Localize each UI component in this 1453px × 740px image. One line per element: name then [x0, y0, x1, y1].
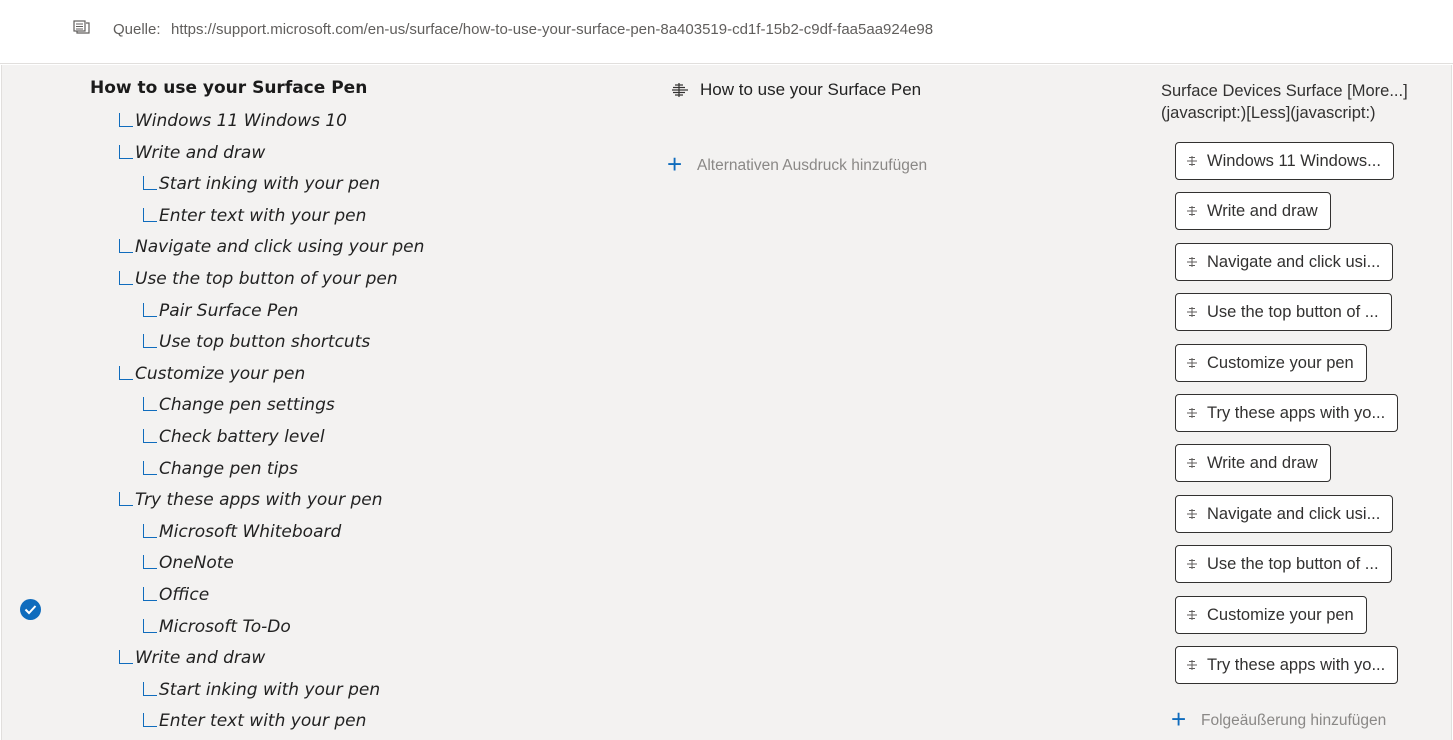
tree-node-label: Use the top button of your pen — [135, 269, 398, 289]
tree-node-label: Write and draw — [135, 143, 266, 163]
tree-connector — [143, 208, 157, 222]
move-handle-icon — [1187, 358, 1197, 368]
followup-chip-label: Customize your pen — [1207, 605, 1354, 624]
move-handle-icon — [1187, 206, 1197, 216]
move-handle-icon — [1187, 307, 1197, 317]
tree-connector — [143, 176, 157, 190]
tree-node-label: Office — [159, 585, 210, 605]
tree-node-label: Microsoft To-Do — [159, 617, 291, 637]
source-label: Quelle: — [113, 21, 161, 38]
tree-connector — [119, 113, 133, 127]
tree-root-title: How to use your Surface Pen — [90, 78, 368, 98]
plus-icon: + — [667, 149, 683, 179]
tree-connector — [143, 429, 157, 443]
tree-connector — [143, 682, 157, 696]
move-handle-icon — [1187, 156, 1197, 166]
move-handle-icon — [1187, 660, 1197, 670]
question-title-text[interactable]: How to use your Surface Pen — [700, 80, 921, 100]
tree-node-label: Enter text with your pen — [159, 711, 367, 731]
tree-node-label: Change pen tips — [159, 459, 298, 479]
tree-connector — [119, 145, 133, 159]
tree-node-label: Navigate and click using your pen — [135, 237, 425, 257]
add-followup-label: Folgeäußerung hinzufügen — [1201, 712, 1387, 729]
tree-node-label: Pair Surface Pen — [159, 301, 299, 321]
tree-connector — [143, 713, 157, 727]
tree-connector — [143, 334, 157, 348]
tree-connector — [143, 555, 157, 569]
plus-icon: + — [1171, 704, 1187, 734]
answer-heading: Surface Devices Surface [More...](javasc… — [1161, 82, 1408, 122]
followup-chip-label: Try these apps with yo... — [1207, 655, 1386, 674]
tree-node-label: Microsoft Whiteboard — [159, 522, 342, 542]
followup-chip[interactable]: Use the top button of ... — [1175, 545, 1392, 583]
tree-node-label: Try these apps with your pen — [135, 490, 383, 510]
followup-chip[interactable]: Windows 11 Windows... — [1175, 142, 1394, 180]
followup-chip[interactable]: Try these apps with yo... — [1175, 646, 1399, 684]
tree-node-label: Start inking with your pen — [159, 174, 381, 194]
move-handle-icon[interactable] — [671, 82, 689, 98]
tree-node-label: Start inking with your pen — [159, 680, 381, 700]
tree-connector — [143, 397, 157, 411]
tree-node-label: Change pen settings — [159, 395, 335, 415]
followup-chip[interactable]: Write and draw — [1175, 444, 1331, 482]
tree-node-label: Customize your pen — [135, 364, 306, 384]
move-handle-icon — [1187, 509, 1197, 519]
tree-connector — [119, 239, 133, 253]
tree-node-label: Write and draw — [135, 648, 266, 668]
followup-chip[interactable]: Navigate and click usi... — [1175, 495, 1394, 533]
tree-connector — [143, 619, 157, 633]
followup-chip-label: Use the top button of ... — [1207, 554, 1379, 573]
followup-chip-label: Write and draw — [1207, 453, 1318, 472]
followup-chip[interactable]: Write and draw — [1175, 192, 1331, 230]
tree-node-label: Windows 11 Windows 10 — [135, 111, 347, 131]
followup-chip-label: Customize your pen — [1207, 353, 1354, 372]
followup-chip-label: Windows 11 Windows... — [1207, 151, 1381, 170]
followup-chip-label: Use the top button of ... — [1207, 302, 1379, 321]
move-handle-icon — [1187, 559, 1197, 569]
tree-connector — [119, 492, 133, 506]
followup-chip-label: Navigate and click usi... — [1207, 252, 1381, 271]
followup-chip[interactable]: Navigate and click usi... — [1175, 243, 1394, 281]
document-icon — [73, 20, 90, 34]
tree-connector — [119, 650, 133, 664]
move-handle-icon — [1187, 408, 1197, 418]
source-bar: Quelle: https://support.microsoft.com/en… — [0, 0, 1453, 64]
followup-chip[interactable]: Use the top button of ... — [1175, 293, 1392, 331]
tree-connector — [143, 303, 157, 317]
tree-node-label: Use top button shortcuts — [159, 332, 371, 352]
tree-node-label: Enter text with your pen — [159, 206, 367, 226]
tree-connector — [119, 366, 133, 380]
tree-connector — [119, 271, 133, 285]
tree-node-label: Check battery level — [159, 427, 325, 447]
followup-chip[interactable]: Customize your pen — [1175, 596, 1367, 634]
followup-chip-label: Try these apps with yo... — [1207, 403, 1386, 422]
tree-connector — [143, 587, 157, 601]
followup-chip-label: Navigate and click usi... — [1207, 504, 1381, 523]
followup-chip[interactable]: Customize your pen — [1175, 344, 1367, 382]
move-handle-icon — [1187, 257, 1197, 267]
tree-connector — [143, 461, 157, 475]
checkmark-icon[interactable] — [20, 599, 41, 620]
add-alternative-label: Alternativen Ausdruck hinzufügen — [697, 157, 928, 174]
move-handle-icon — [1187, 610, 1197, 620]
tree-node-label: OneNote — [159, 553, 234, 573]
tree-connector — [143, 524, 157, 538]
followup-chip-label: Write and draw — [1207, 201, 1318, 220]
move-handle-icon — [1187, 458, 1197, 468]
source-url-link[interactable]: https://support.microsoft.com/en-us/surf… — [171, 21, 933, 38]
followup-chip[interactable]: Try these apps with yo... — [1175, 394, 1399, 432]
